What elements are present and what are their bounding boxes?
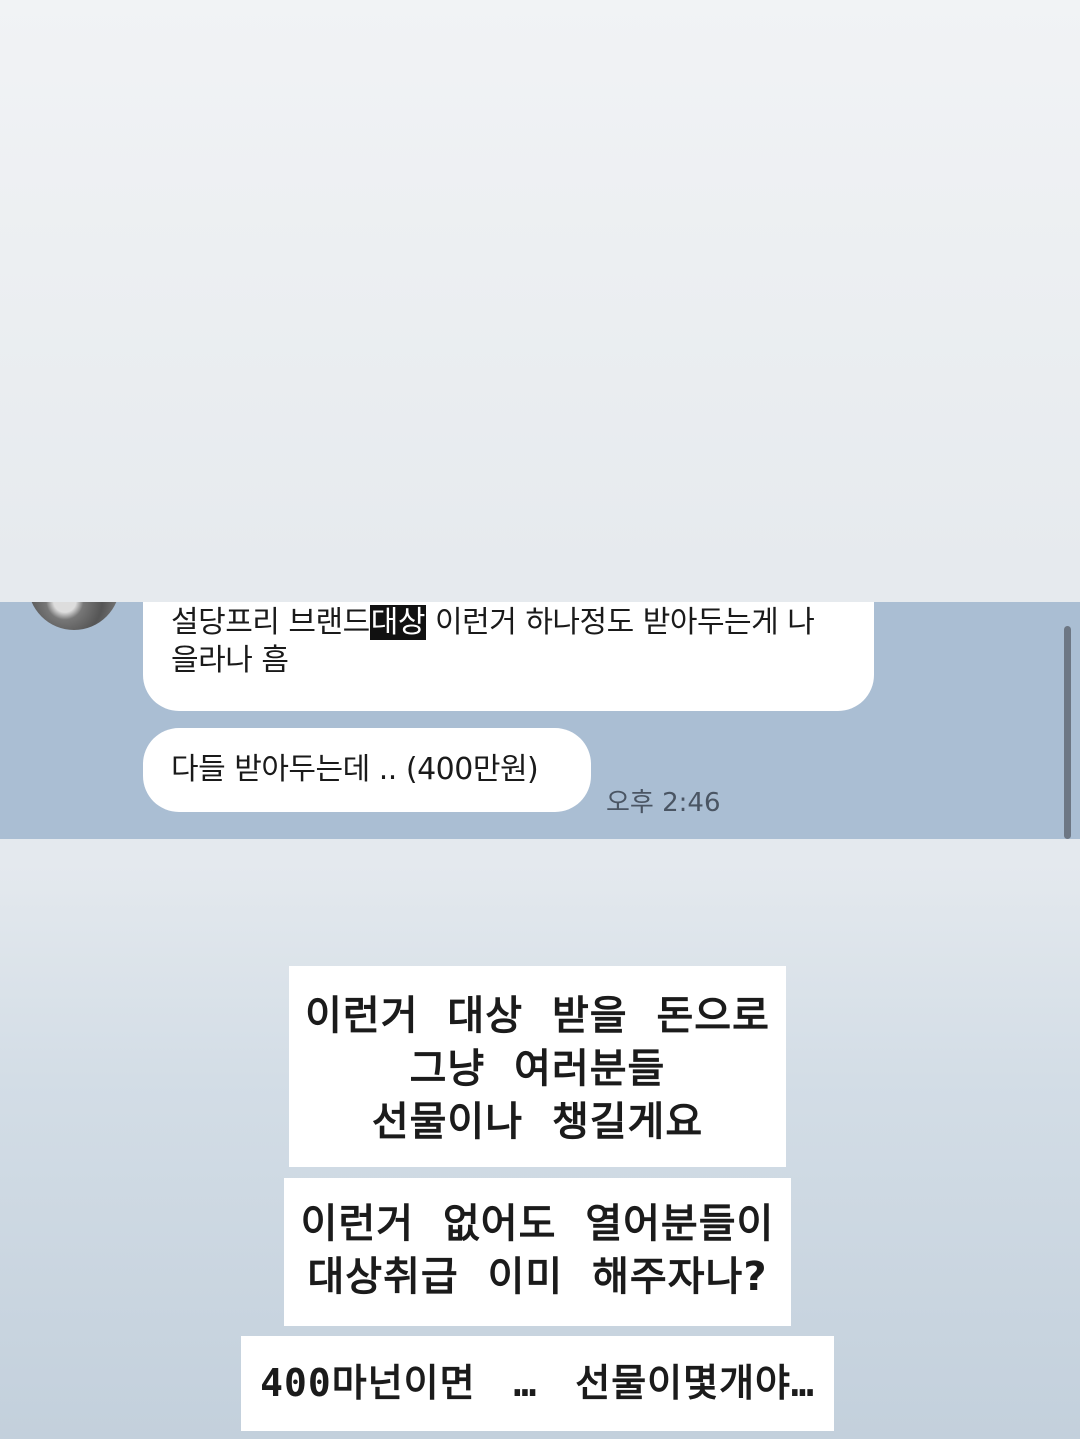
highlighted-text: 대상: [369, 605, 426, 640]
message-text-line: 설당프리 브랜드대상 이런거 하나정도 받아두는게 나: [171, 604, 815, 642]
message-text: 이런거 하나정도 받아두는게 나: [425, 605, 815, 640]
caption-line: 이런거 대상 받을 돈으로: [305, 993, 770, 1039]
message-text: 설당프리 브랜드: [171, 605, 370, 640]
caption-box: 400마넌이면 … 선물이몇개야…: [241, 1336, 834, 1431]
message-bubble[interactable]: 설당프리 브랜드대상 이런거 하나정도 받아두는게 나 을라나 흠: [143, 602, 874, 711]
caption-line: 대상취급 이미 해주자나?: [307, 1254, 768, 1300]
caption-box: 이런거 없어도 열어분들이 대상취급 이미 해주자나?: [284, 1178, 791, 1326]
message-timestamp: 오후 2:46: [606, 788, 721, 818]
caption-line: 그냥 여러분들: [409, 1046, 666, 1092]
message-text-line: 을라나 흠: [171, 643, 289, 678]
avatar[interactable]: [28, 602, 120, 630]
message-text: 다들 받아두는데 .. (400만원): [171, 752, 539, 787]
caption-box: 이런거 대상 받을 돈으로 그냥 여러분들 선물이나 챙길게요: [289, 966, 786, 1167]
message-bubble[interactable]: 다들 받아두는데 .. (400만원): [143, 728, 591, 812]
caption-line: 400마넌이면 … 선물이몇개야…: [260, 1361, 815, 1405]
scrollbar[interactable]: [1064, 626, 1071, 839]
chat-screenshot: 설당프리 브랜드대상 이런거 하나정도 받아두는게 나 을라나 흠 다들 받아두…: [0, 602, 1080, 839]
caption-line: 선물이나 챙길게요: [371, 1099, 704, 1145]
caption-line: 이런거 없어도 열어분들이: [300, 1201, 775, 1247]
